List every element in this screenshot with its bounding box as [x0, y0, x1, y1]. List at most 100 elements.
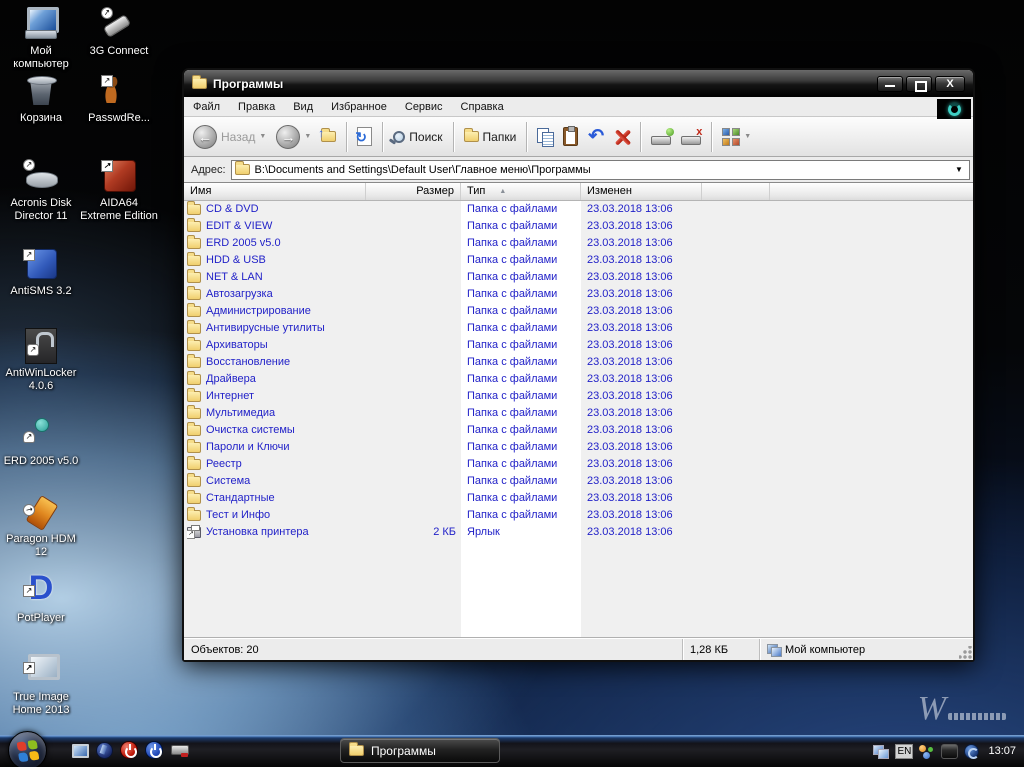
cell-name[interactable]: HDD & USB — [187, 252, 365, 269]
maximize-button[interactable] — [906, 76, 932, 92]
cell-name[interactable]: Автозагрузка — [187, 286, 365, 303]
desktop-icon[interactable]: Мой компьютер — [2, 6, 80, 71]
menu-item[interactable]: Избранное — [322, 97, 396, 117]
cell-name[interactable]: Пароли и Ключи — [187, 439, 365, 456]
file-name[interactable]: Мультимедиа — [206, 405, 275, 422]
table-row[interactable]: Установка принтера 2 КБ Ярлык 23.03.2018… — [184, 524, 973, 541]
cell-name[interactable]: EDIT & VIEW — [187, 218, 365, 235]
file-name[interactable]: Интернет — [206, 388, 254, 405]
table-row[interactable]: EDIT & VIEW Папка с файлами 23.03.2018 1… — [184, 218, 973, 235]
cell-name[interactable]: Очистка системы — [187, 422, 365, 439]
tray-app-icon-dark[interactable] — [941, 744, 958, 759]
table-row[interactable]: Антивирусные утилиты Папка с файлами 23.… — [184, 320, 973, 337]
desktop-icon[interactable]: PotPlayer — [2, 573, 80, 625]
quicklaunch-drive-button[interactable] — [170, 741, 188, 759]
cell-name[interactable]: NET & LAN — [187, 269, 365, 286]
quicklaunch-shutdown-button[interactable] — [120, 741, 138, 759]
network-tray-icon[interactable] — [873, 745, 889, 758]
cell-name[interactable]: Установка принтера — [187, 524, 365, 541]
window-titlebar[interactable]: Программы — [184, 70, 973, 97]
file-name[interactable]: Автозагрузка — [206, 286, 273, 303]
paste-button[interactable] — [558, 120, 583, 154]
desktop-icon[interactable]: AntiSMS 3.2 — [2, 246, 80, 298]
file-name[interactable]: CD & DVD — [206, 201, 259, 218]
cell-name[interactable]: Архиваторы — [187, 337, 365, 354]
desktop-icon[interactable]: True Image Home 2013 — [2, 652, 80, 717]
minimize-button[interactable] — [877, 76, 903, 92]
file-name[interactable]: Восстановление — [206, 354, 290, 371]
table-row[interactable]: Тест и Инфо Папка с файлами 23.03.2018 1… — [184, 507, 973, 524]
file-name[interactable]: Тест и Инфо — [206, 507, 270, 524]
address-combobox[interactable]: B:\Documents and Settings\Default User\Г… — [231, 160, 970, 180]
menu-item[interactable]: Правка — [229, 97, 284, 117]
start-button[interactable] — [8, 731, 47, 767]
file-name[interactable]: Антивирусные утилиты — [206, 320, 325, 337]
column-header-modified[interactable]: Изменен — [581, 183, 702, 200]
tray-app-icon-swirl[interactable] — [964, 744, 979, 759]
desktop-icon[interactable]: Acronis Disk Director 11 — [2, 158, 80, 223]
delete-button[interactable] — [609, 120, 635, 154]
file-name[interactable]: Стандартные — [206, 490, 275, 507]
undo-button[interactable]: ↶ — [583, 120, 609, 154]
file-name[interactable]: Реестр — [206, 456, 242, 473]
column-header-size[interactable]: Размер — [366, 183, 461, 200]
back-button[interactable]: ← Назад ▼ — [188, 120, 271, 154]
tray-app-icon-molecule[interactable] — [919, 743, 935, 759]
desktop-icon[interactable]: AntiWinLocker 4.0.6 — [2, 328, 80, 393]
back-dropdown-icon[interactable]: ▼ — [259, 133, 266, 140]
menu-item[interactable]: Файл — [184, 97, 229, 117]
task-button-programs[interactable]: Программы — [340, 738, 500, 763]
cell-name[interactable]: Администрирование — [187, 303, 365, 320]
desktop-icon[interactable]: Корзина — [2, 73, 80, 125]
table-row[interactable]: ERD 2005 v5.0 Папка с файлами 23.03.2018… — [184, 235, 973, 252]
table-row[interactable]: Восстановление Папка с файлами 23.03.201… — [184, 354, 973, 371]
quicklaunch-restart-button[interactable] — [145, 741, 163, 759]
forward-button[interactable]: → ▼ — [271, 120, 316, 154]
map-drive-button[interactable] — [646, 120, 676, 154]
file-name[interactable]: Очистка системы — [206, 422, 295, 439]
table-row[interactable]: Драйвера Папка с файлами 23.03.2018 13:0… — [184, 371, 973, 388]
cell-name[interactable]: Интернет — [187, 388, 365, 405]
file-name[interactable]: HDD & USB — [206, 252, 266, 269]
cell-name[interactable]: ERD 2005 v5.0 — [187, 235, 365, 252]
desktop-icon[interactable]: PasswdRe... — [80, 73, 158, 125]
table-row[interactable]: Администрирование Папка с файлами 23.03.… — [184, 303, 973, 320]
column-header-name[interactable]: Имя — [184, 183, 366, 200]
cell-name[interactable]: Антивирусные утилиты — [187, 320, 365, 337]
folders-button[interactable]: Папки — [459, 120, 522, 154]
file-name[interactable]: Установка принтера — [206, 524, 309, 541]
search-button[interactable]: Поиск — [388, 120, 447, 154]
table-row[interactable]: Пароли и Ключи Папка с файлами 23.03.201… — [184, 439, 973, 456]
table-row[interactable]: CD & DVD Папка с файлами 23.03.2018 13:0… — [184, 201, 973, 218]
show-desktop-button[interactable] — [70, 741, 88, 759]
table-row[interactable]: Автозагрузка Папка с файлами 23.03.2018 … — [184, 286, 973, 303]
file-name[interactable]: NET & LAN — [206, 269, 263, 286]
quicklaunch-media-button[interactable] — [95, 741, 113, 759]
file-name[interactable]: Архиваторы — [206, 337, 268, 354]
language-indicator[interactable]: EN — [895, 744, 913, 759]
up-button[interactable]: ↑ — [316, 120, 341, 154]
clock[interactable]: 13:07 — [988, 745, 1016, 757]
cell-name[interactable]: Драйвера — [187, 371, 365, 388]
file-name[interactable]: Система — [206, 473, 250, 490]
cell-name[interactable]: Восстановление — [187, 354, 365, 371]
cell-name[interactable]: Реестр — [187, 456, 365, 473]
file-name[interactable]: Пароли и Ключи — [206, 439, 290, 456]
table-row[interactable]: HDD & USB Папка с файлами 23.03.2018 13:… — [184, 252, 973, 269]
desktop-icon[interactable]: Paragon HDM 12 — [2, 494, 80, 559]
menu-item[interactable]: Вид — [284, 97, 322, 117]
file-name[interactable]: Драйвера — [206, 371, 256, 388]
resize-grip[interactable] — [959, 646, 972, 659]
address-path[interactable]: B:\Documents and Settings\Default User\Г… — [255, 164, 947, 176]
table-row[interactable]: Интернет Папка с файлами 23.03.2018 13:0… — [184, 388, 973, 405]
menu-item[interactable]: Сервис — [396, 97, 452, 117]
views-button[interactable]: ▼ — [717, 120, 756, 154]
close-button[interactable] — [935, 76, 965, 92]
refresh-button[interactable]: ↻ — [352, 120, 377, 154]
file-name[interactable]: ERD 2005 v5.0 — [206, 235, 281, 252]
table-row[interactable]: Очистка системы Папка с файлами 23.03.20… — [184, 422, 973, 439]
disconnect-drive-button[interactable]: x — [676, 120, 706, 154]
file-name[interactable]: EDIT & VIEW — [206, 218, 272, 235]
cell-name[interactable]: CD & DVD — [187, 201, 365, 218]
table-row[interactable]: Стандартные Папка с файлами 23.03.2018 1… — [184, 490, 973, 507]
